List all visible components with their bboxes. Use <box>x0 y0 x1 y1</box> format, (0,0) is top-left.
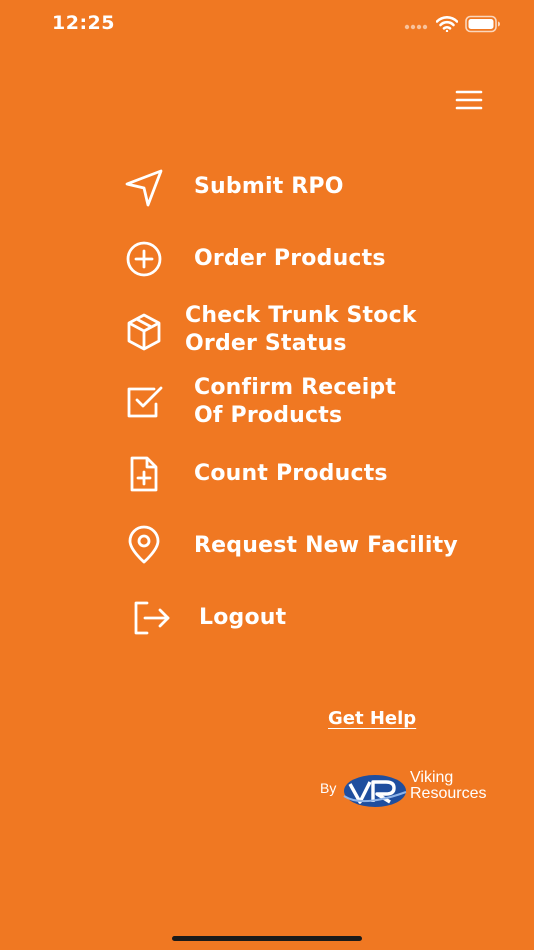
menu-item-label: Confirm Receipt Of Products <box>194 375 397 428</box>
menu-item-label: Logout <box>199 605 287 630</box>
menu-item-confirm-receipt[interactable]: Confirm Receipt Of Products <box>120 374 510 434</box>
menu-item-label: Order Products <box>194 246 386 271</box>
menu-item-label: Check Trunk Stock Order Status <box>185 303 417 356</box>
brand-by-label: By <box>320 780 337 796</box>
menu-item-label: Request New Facility <box>194 533 458 558</box>
cellular-signal-icon <box>404 24 428 30</box>
status-time: 12:25 <box>52 12 115 34</box>
brand-logo: By Viking Resources <box>320 770 520 814</box>
menu-item-submit-rpo[interactable]: Submit RPO <box>120 163 510 211</box>
menu-item-logout[interactable]: Logout <box>120 594 510 642</box>
hamburger-menu-button[interactable] <box>452 86 486 116</box>
logout-icon <box>134 601 170 635</box>
viking-resources-logo-icon <box>343 775 407 807</box>
file-plus-icon <box>130 456 158 492</box>
menu-item-count-products[interactable]: Count Products <box>120 450 510 498</box>
home-indicator <box>172 936 362 941</box>
battery-icon <box>465 15 500 33</box>
menu-item-label: Submit RPO <box>194 174 344 199</box>
menu-item-label: Count Products <box>194 461 388 486</box>
get-help-link[interactable]: Get Help <box>328 708 416 729</box>
plus-circle-icon <box>126 241 162 277</box>
menu-item-request-new-facility[interactable]: Request New Facility <box>120 522 510 570</box>
hamburger-menu-icon <box>455 90 483 110</box>
brand-company-name: Viking Resources <box>410 769 487 802</box>
send-arrow-icon <box>125 169 163 207</box>
menu-item-order-products[interactable]: Order Products <box>120 235 510 283</box>
wifi-icon <box>436 16 458 32</box>
map-pin-icon <box>128 525 160 564</box>
menu-item-check-trunk-stock[interactable]: Check Trunk Stock Order Status <box>120 302 510 362</box>
box-icon <box>127 313 161 351</box>
status-bar: 12:25 <box>0 0 534 50</box>
checkbox-icon <box>127 386 163 418</box>
